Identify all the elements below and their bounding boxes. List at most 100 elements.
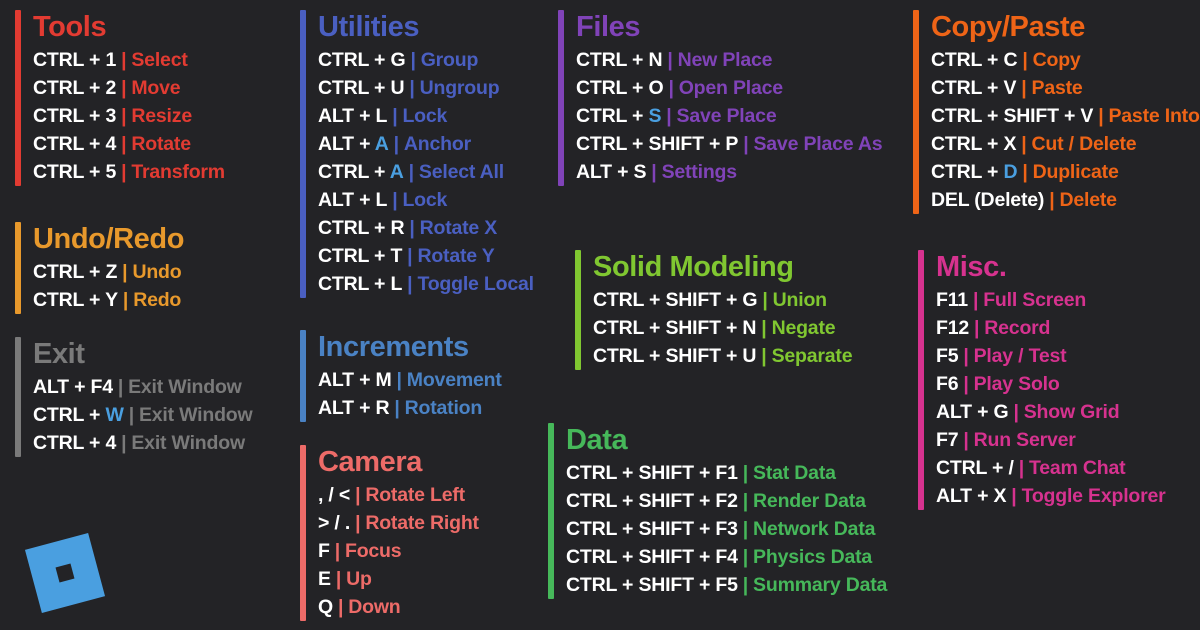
shortcut-separator: | [667, 49, 673, 71]
shortcut-row: CTRL + C | Copy [931, 46, 1200, 74]
shortcut-row: F12 | Record [936, 314, 1166, 342]
shortcut-row: CTRL + 4 | Rotate [33, 130, 225, 158]
shortcut-keys: CTRL + V [931, 77, 1017, 99]
shortcut-separator: | [1049, 189, 1055, 211]
shortcut-separator: | [1021, 77, 1027, 99]
shortcut-keys: , / < [318, 484, 351, 506]
shortcut-keys: ALT + A [318, 133, 389, 155]
section-title: Camera [318, 446, 422, 478]
section-body: Misc. F11 | Full Screen F12 | Record F5 | Play / … [924, 250, 1166, 510]
shortcut-action: Movement [406, 369, 502, 391]
shortcut-action: Rotate Y [417, 245, 495, 267]
shortcut-action: Stat Data [753, 462, 836, 484]
shortcut-row: F | Focus [318, 537, 479, 565]
shortcut-keys: ALT + F4 [33, 376, 113, 398]
section-body: Increments ALT + M | Movement ALT + R | Rotati… [306, 330, 502, 422]
shortcut-separator: | [1011, 485, 1017, 507]
shortcut-keys: CTRL + SHIFT + F3 [566, 518, 738, 540]
shortcut-action: Undo [132, 261, 182, 283]
shortcut-separator: | [396, 369, 402, 391]
shortcut-row: CTRL + 1 | Select [33, 46, 225, 74]
shortcut-separator: | [1098, 105, 1104, 127]
shortcut-keys: CTRL + SHIFT + F5 [566, 574, 738, 596]
shortcut-keys: F11 [936, 289, 968, 311]
shortcut-row: ALT + R | Rotation [318, 394, 502, 422]
shortcut-action: Toggle Explorer [1021, 485, 1166, 507]
shortcut-action: Cut / Delete [1031, 133, 1137, 155]
section-data: Data CTRL + SHIFT + F1 | Stat Data CTRL + SH… [548, 423, 887, 599]
section-files: Files CTRL + N | New Place CTRL + O | Open Pla… [558, 10, 883, 186]
shortcut-row: ALT + M | Movement [318, 366, 502, 394]
shortcut-keys: CTRL + Z [33, 261, 118, 283]
shortcut-keys-prefix: CTRL + [33, 404, 106, 426]
shortcut-separator: | [355, 512, 361, 534]
shortcut-separator: | [963, 373, 969, 395]
shortcut-row: CTRL + Y | Redo [33, 286, 184, 314]
shortcut-keys: F12 [936, 317, 970, 339]
shortcut-keys: CTRL + O [576, 77, 664, 99]
shortcut-separator: | [128, 404, 134, 426]
shortcut-keys: > / . [318, 512, 351, 534]
shortcut-action: Anchor [403, 133, 471, 155]
shortcut-separator: | [409, 77, 415, 99]
shortcut-row: CTRL + D | Duplicate [931, 158, 1200, 186]
section-camera: Camera, / < | Rotate Left > / . | Rotate Righ… [300, 445, 479, 621]
shortcut-keys: CTRL + / [936, 457, 1014, 479]
shortcut-keys: CTRL + S [576, 105, 661, 127]
shortcut-keys: CTRL + L [318, 273, 403, 295]
section-undo-redo: Undo/Redo CTRL + Z | Undo CTRL + Y | Redo [15, 222, 184, 314]
shortcut-action: Save Place As [753, 133, 883, 155]
shortcut-row: ALT + S | Settings [576, 158, 882, 186]
section-body: Camera, / < | Rotate Left > / . | Rotate Righ… [306, 445, 479, 621]
section-misc: Misc. F11 | Full Screen F12 | Record F5 | Play / … [918, 250, 1166, 510]
shortcut-separator: | [963, 429, 969, 451]
section-title: Increments [318, 331, 469, 363]
shortcut-action: Show Grid [1023, 401, 1120, 423]
shortcut-row: DEL (Delete) | Delete [931, 186, 1200, 214]
shortcut-separator: | [761, 317, 767, 339]
shortcut-key-highlight: A [374, 133, 389, 155]
shortcut-separator: | [743, 133, 749, 155]
shortcut-keys: ALT + G [936, 401, 1009, 423]
shortcut-separator: | [121, 49, 127, 71]
section-body: Solid Modeling CTRL + SHIFT + G | Union CTRL… [581, 250, 853, 370]
shortcut-keys: Q [318, 596, 333, 618]
shortcut-action: Group [420, 49, 479, 71]
shortcut-key-highlight: D [1003, 161, 1018, 183]
shortcut-separator: | [334, 540, 340, 562]
shortcut-keys: DEL (Delete) [931, 189, 1045, 211]
shortcut-action: Play / Test [973, 345, 1067, 367]
shortcut-row: CTRL + L | Toggle Local [318, 270, 534, 298]
shortcut-separator: | [742, 574, 749, 596]
shortcut-separator: | [668, 77, 674, 99]
shortcut-action: Lock [402, 105, 448, 127]
shortcut-action: Delete [1059, 189, 1117, 211]
section-title: Data [566, 424, 628, 456]
shortcut-separator: | [407, 273, 413, 295]
shortcut-row: CTRL + SHIFT + V | Paste Into [931, 102, 1200, 130]
shortcut-keys: CTRL + N [576, 49, 663, 71]
section-title: Files [576, 11, 641, 43]
shortcut-key-highlight: A [389, 161, 404, 183]
shortcut-separator: | [408, 161, 414, 183]
shortcut-keys: CTRL + W [33, 404, 124, 426]
shortcut-row: CTRL + Z | Undo [33, 258, 184, 286]
section-tools: Tools CTRL + 1 | Select CTRL + 2 | Move CTRL + … [15, 10, 225, 186]
shortcut-separator: | [666, 105, 672, 127]
shortcut-keys: CTRL + SHIFT + U [593, 345, 757, 367]
shortcut-row: CTRL + N | New Place [576, 46, 882, 74]
shortcut-action: Render Data [753, 490, 866, 512]
shortcut-action: Paste [1031, 77, 1083, 99]
shortcut-row: ALT + L | Lock [318, 102, 534, 130]
shortcut-action: Copy [1032, 49, 1081, 71]
shortcut-row: CTRL + S | Save Place [576, 102, 882, 130]
shortcut-keys: CTRL + R [318, 217, 405, 239]
shortcut-separator: | [392, 105, 398, 127]
shortcut-action: Union [772, 289, 827, 311]
shortcut-separator: | [335, 568, 342, 590]
shortcut-row: ALT + A | Anchor [318, 130, 534, 158]
shortcut-action: Up [346, 568, 372, 590]
shortcut-row: CTRL + U | Ungroup [318, 74, 534, 102]
shortcut-action: Run Server [973, 429, 1076, 451]
section-solid-modeling: Solid Modeling CTRL + SHIFT + G | Union CTRL… [575, 250, 853, 370]
